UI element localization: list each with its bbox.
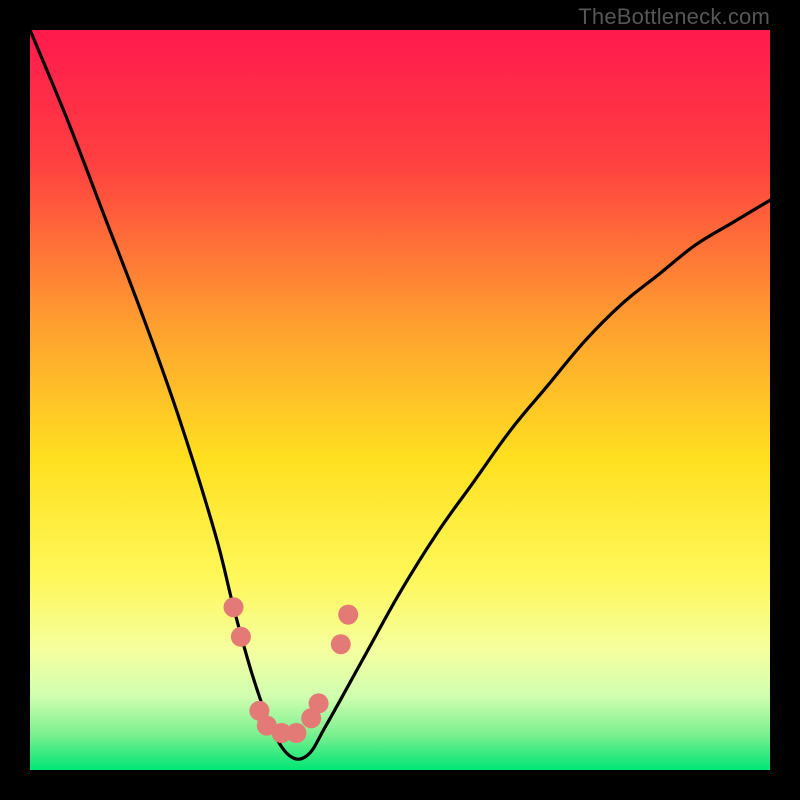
data-marker <box>331 634 351 654</box>
data-marker <box>309 693 329 713</box>
marker-group <box>224 597 359 743</box>
data-marker <box>338 605 358 625</box>
curve-layer <box>30 30 770 770</box>
watermark-text: TheBottleneck.com <box>578 4 770 30</box>
data-marker <box>224 597 244 617</box>
bottleneck-curve <box>30 30 770 759</box>
data-marker <box>231 627 251 647</box>
plot-area <box>30 30 770 770</box>
data-marker <box>286 723 306 743</box>
chart-frame: TheBottleneck.com <box>0 0 800 800</box>
